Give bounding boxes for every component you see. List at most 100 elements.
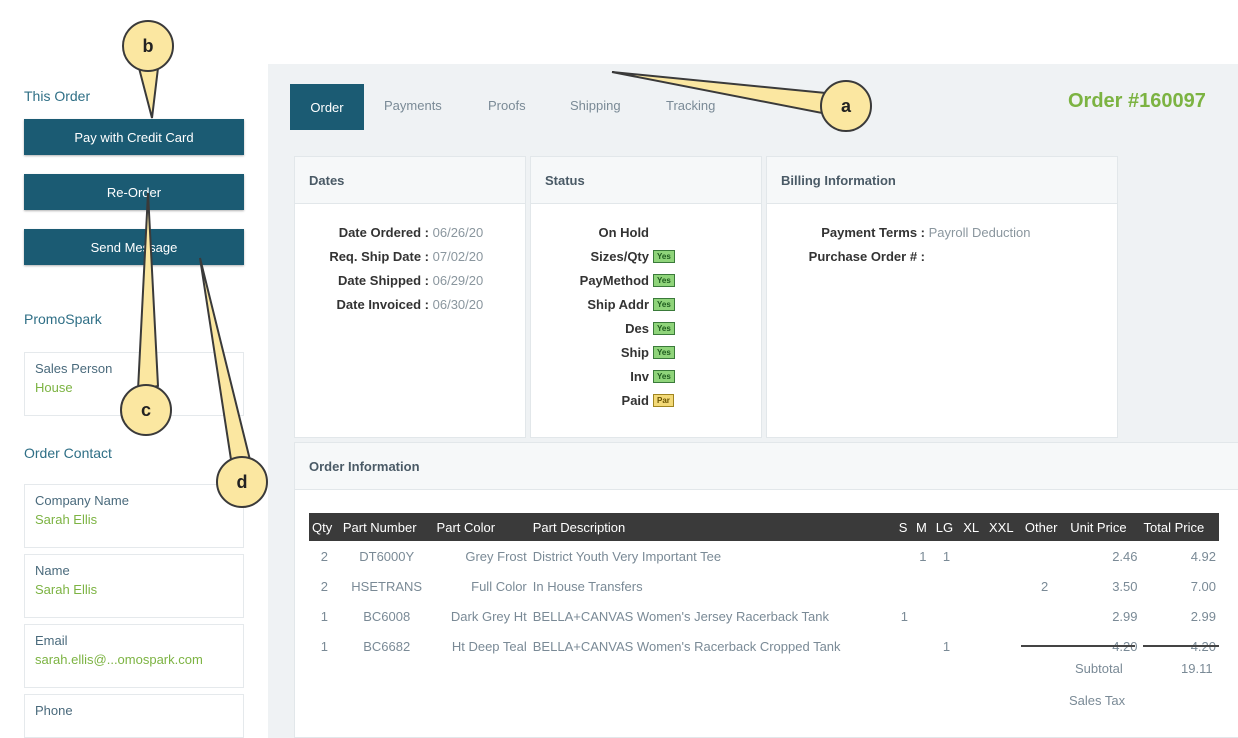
cell-part-color: Full Color	[471, 578, 527, 594]
date-invoiced-label: Date Invoiced :	[336, 297, 429, 312]
tab-tracking[interactable]: Tracking	[666, 98, 715, 113]
cell-xl	[960, 601, 986, 631]
cell-other: 2	[1040, 578, 1049, 594]
cell-s: 1	[900, 608, 908, 624]
cell-lg	[933, 601, 960, 631]
email-field: Email sarah.ellis@...omospark.com	[24, 624, 244, 688]
table-row: 2 HSETRANS Full Color In House Transfers…	[309, 571, 1219, 601]
tab-proofs[interactable]: Proofs	[488, 98, 526, 113]
tab-order[interactable]: Order	[290, 84, 364, 130]
cell-xxl	[986, 601, 1022, 631]
table-header-row: Qty Part Number Part Color Part Descript…	[309, 513, 1219, 541]
phone-field: Phone	[24, 694, 244, 738]
cell-m	[913, 631, 933, 661]
payment-terms-row: Payment Terms : Payroll Deduction	[777, 225, 1031, 240]
contact-name-value: Sarah Ellis	[35, 582, 98, 597]
table-row: 1 BC6008 Dark Grey Ht BELLA+CANVAS Women…	[309, 601, 1219, 631]
cell-lg: 1	[942, 548, 951, 564]
cell-m: 1	[919, 548, 927, 564]
cell-total-price: 7.00	[1190, 578, 1216, 594]
status-label: Sizes/Qty	[590, 249, 649, 264]
purchase-order-row: Purchase Order # :	[777, 249, 925, 264]
status-badge: Par	[653, 394, 674, 407]
cell-s	[896, 571, 913, 601]
status-ship-addr: Ship Addr Yes	[537, 297, 675, 312]
col-unit-price: Unit Price	[1067, 513, 1141, 541]
sales-person-label: Sales Person	[35, 361, 113, 376]
status-badge: Yes	[653, 298, 675, 311]
col-qty: Qty	[309, 513, 340, 541]
order-information-card: Order Information Qty Part Number Part C…	[294, 442, 1238, 738]
order-items-table: Qty Part Number Part Color Part Descript…	[309, 513, 1219, 661]
cell-part-number: HSETRANS	[351, 578, 423, 594]
re-order-button[interactable]: Re-Order	[24, 174, 244, 210]
order-title: Order #160097	[1068, 90, 1206, 112]
col-xl: XL	[960, 513, 986, 541]
date-invoiced-row: Date Invoiced : 06/30/20	[305, 297, 484, 312]
status-inv: Inv Yes	[537, 369, 675, 384]
status-paid: Paid Par	[537, 393, 674, 408]
cell-part-color: Grey Frost	[465, 548, 527, 564]
callout-b: b	[122, 20, 174, 72]
cell-part-number: DT6000Y	[359, 548, 415, 564]
status-label: On Hold	[598, 225, 649, 240]
sales-tax-label: Sales Tax	[1069, 693, 1126, 708]
date-ordered-label: Date Ordered :	[338, 225, 429, 240]
subtotal-divider-left	[1021, 645, 1135, 647]
cell-total-price: 2.99	[1190, 608, 1216, 624]
status-heading: Status	[531, 157, 761, 204]
company-name-value: Sarah Ellis	[35, 512, 98, 527]
status-badge: Yes	[653, 346, 675, 359]
this-order-heading: This Order	[24, 88, 91, 104]
cell-s	[896, 541, 913, 571]
subtotal-value: 19.11	[1181, 661, 1213, 676]
tab-payments[interactable]: Payments	[384, 98, 442, 113]
cell-m	[913, 571, 933, 601]
cell-part-description: BELLA+CANVAS Women's Jersey Racerback Ta…	[532, 608, 829, 624]
col-other: Other	[1021, 513, 1068, 541]
payment-terms-value: Payroll Deduction	[928, 225, 1031, 240]
req-ship-date-row: Req. Ship Date : 07/02/20	[305, 249, 483, 264]
phone-label: Phone	[35, 703, 73, 718]
contact-name-field: Name Sarah Ellis	[24, 554, 244, 618]
cell-other	[1022, 541, 1067, 571]
cell-xxl	[986, 541, 1022, 571]
tab-shipping[interactable]: Shipping	[570, 98, 621, 113]
cell-lg	[933, 571, 960, 601]
pay-with-credit-card-button[interactable]: Pay with Credit Card	[24, 119, 244, 155]
col-m: M	[913, 513, 933, 541]
col-xxl: XXL	[985, 513, 1022, 541]
cell-lg: 1	[942, 638, 951, 654]
status-sizes-qty: Sizes/Qty Yes	[537, 249, 675, 264]
cell-unit-price: 2.99	[1112, 608, 1138, 624]
send-message-button[interactable]: Send Message	[24, 229, 244, 265]
company-name-label: Company Name	[35, 493, 129, 508]
subtotal-label: Subtotal	[1075, 661, 1123, 676]
cell-total-price: 4.92	[1190, 548, 1216, 564]
cell-part-color: Ht Deep Teal	[451, 638, 527, 654]
date-ordered-row: Date Ordered : 06/26/20	[305, 225, 484, 240]
callout-c: c	[120, 384, 172, 436]
dates-card: Dates Date Ordered : 06/26/20 Req. Ship …	[294, 156, 526, 438]
cell-xxl	[986, 631, 1022, 661]
date-shipped-value: 06/29/20	[432, 273, 484, 288]
col-part-color: Part Color	[433, 513, 530, 541]
status-label: Des	[625, 321, 649, 336]
cell-xl	[960, 571, 986, 601]
cell-part-description: District Youth Very Important Tee	[532, 548, 722, 564]
cell-other	[1022, 601, 1067, 631]
main-panel: Order Payments Proofs Shipping Tracking …	[268, 64, 1238, 738]
status-label: PayMethod	[579, 273, 649, 288]
col-lg: LG	[932, 513, 961, 541]
callout-d: d	[216, 456, 268, 508]
status-label: Inv	[630, 369, 649, 384]
subtotal-divider-right	[1143, 645, 1219, 647]
company-heading: PromoSpark	[24, 311, 102, 327]
email-value[interactable]: sarah.ellis@...omospark.com	[35, 652, 233, 667]
order-information-heading: Order Information	[295, 443, 1238, 490]
req-ship-date-value: 07/02/20	[432, 249, 484, 264]
cell-xl	[960, 541, 986, 571]
cell-m	[913, 601, 933, 631]
cell-unit-price: 2.46	[1112, 548, 1138, 564]
cell-part-number: BC6008	[363, 608, 411, 624]
